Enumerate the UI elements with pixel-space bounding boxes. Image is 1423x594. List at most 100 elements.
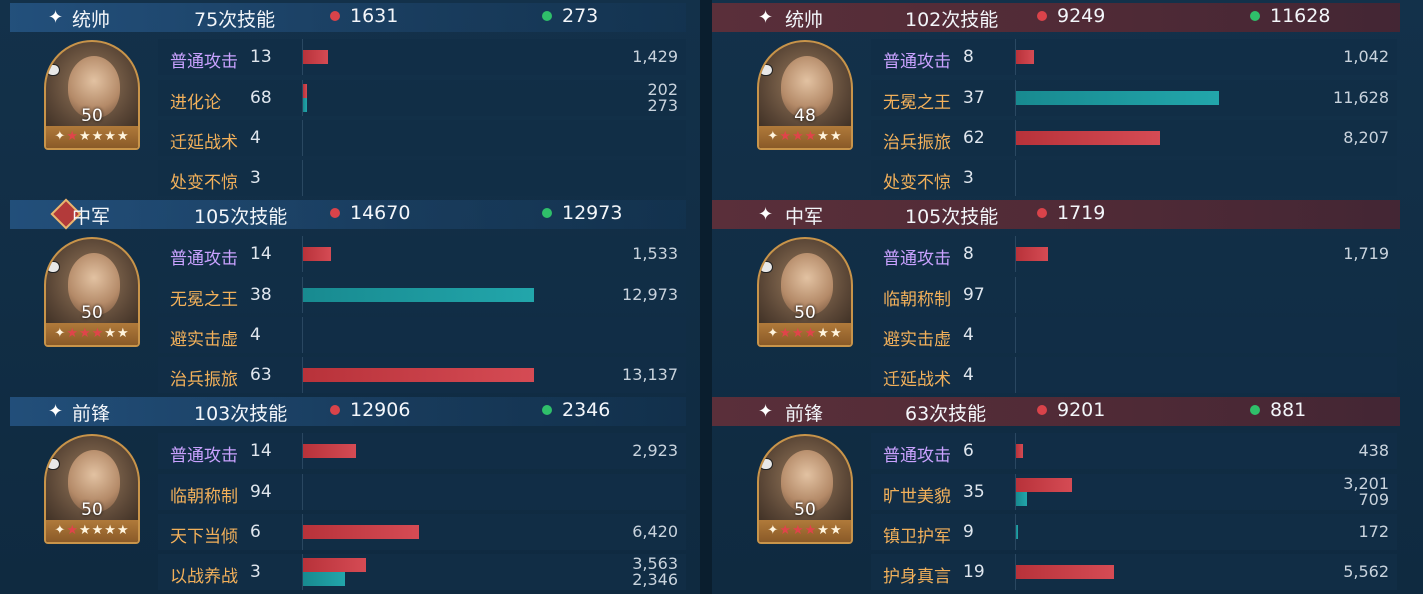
skill-value: 11,628 (1333, 88, 1389, 107)
skill-trigger-count: 8 (963, 244, 974, 264)
skill-trigger-count: 9 (963, 522, 974, 542)
sparkle-icon: ✦ (758, 7, 774, 28)
skill-row: 处变不惊 3 (158, 160, 686, 196)
skill-name: 进化论 (170, 93, 221, 113)
skill-cast-count: 102次技能 (905, 9, 999, 31)
skill-trigger-count: 6 (963, 441, 974, 461)
skill-trigger-count: 8 (963, 47, 974, 67)
skill-trigger-count: 4 (963, 325, 974, 345)
hero-stars: ✦★★★★★ (759, 520, 851, 542)
unit-header: ✦ 前锋 63次技能 9201 881 (712, 397, 1400, 426)
skill-cast-count: 75次技能 (194, 9, 276, 31)
skill-row: 无冕之王 38 12,973 (158, 277, 686, 313)
hero-portrait[interactable]: 50 ✦★★★★★ (757, 434, 853, 544)
hero-level: 50 (794, 303, 816, 323)
total-damage: 1631 (330, 5, 398, 27)
skill-bar-area (302, 554, 652, 590)
unit-header: ✦ 前锋 103次技能 12906 2346 (10, 397, 686, 426)
sparkle-icon: ✦ (758, 401, 774, 422)
skill-bar-area (1015, 39, 1365, 75)
hero-portrait[interactable]: 50 ✦★★★★★ (757, 237, 853, 347)
heal-dot-icon (542, 208, 552, 218)
hero-tag-icon (759, 261, 773, 273)
skill-row: 普通攻击 13 1,429 (158, 39, 686, 75)
sparkle-icon: ✦ (48, 7, 64, 28)
skill-trigger-count: 14 (250, 441, 272, 461)
unit-role: 前锋 (785, 403, 824, 425)
skill-cast-count: 103次技能 (194, 403, 288, 425)
skill-bar-area (1015, 317, 1365, 353)
damage-bar (1016, 247, 1048, 261)
total-heal: 2346 (542, 399, 610, 421)
skill-value-secondary: 2,346 (632, 570, 678, 589)
right-team-panel: ✦ 统帅 102次技能 9249 11628 48 ✦★★★★★ 普通攻击 8 1,042 无冕之王… (712, 0, 1423, 594)
damage-dot-icon (330, 405, 340, 415)
skill-name: 旷世美貌 (883, 487, 951, 507)
skill-cast-count: 105次技能 (194, 206, 288, 228)
hero-tag-icon (759, 458, 773, 470)
skill-name: 镇卫护军 (883, 527, 951, 547)
skill-trigger-count: 3 (963, 168, 974, 188)
skill-trigger-count: 13 (250, 47, 272, 67)
skill-name: 普通攻击 (170, 52, 238, 72)
unit-role: 中军 (785, 206, 824, 228)
hero-level: 50 (81, 303, 103, 323)
skill-name: 处变不惊 (170, 173, 238, 193)
skill-name: 普通攻击 (170, 249, 238, 269)
heal-dot-icon (1250, 11, 1260, 21)
skill-trigger-count: 62 (963, 128, 985, 148)
skill-name: 普通攻击 (883, 249, 951, 269)
total-damage: 1719 (1037, 202, 1105, 224)
skill-name: 无冕之王 (170, 290, 238, 310)
total-heal-value: 11628 (1270, 5, 1331, 27)
skill-value-secondary: 273 (647, 96, 678, 115)
skill-value: 1,719 (1343, 244, 1389, 263)
skill-name: 处变不惊 (883, 173, 951, 193)
skill-row: 普通攻击 8 1,719 (871, 236, 1397, 272)
skill-trigger-count: 94 (250, 482, 272, 502)
skill-bar-area (1015, 474, 1365, 510)
skill-bar-area (302, 39, 652, 75)
skill-value: 438 (1358, 441, 1389, 460)
hero-portrait[interactable]: 50 ✦★★★★★ (44, 40, 140, 150)
skill-trigger-count: 68 (250, 88, 272, 108)
skill-row: 治兵振旅 63 13,137 (158, 357, 686, 393)
unit-block: ✦ 统帅 75次技能 1631 273 50 ✦★★★★★ 普通攻击 13 1,429 进化论 68 2… (0, 0, 700, 197)
skill-value-secondary: 709 (1358, 490, 1389, 509)
hero-portrait[interactable]: 48 ✦★★★★★ (757, 40, 853, 150)
damage-dot-icon (1037, 11, 1047, 21)
skill-name: 避实击虚 (883, 330, 951, 350)
unit-role: 统帅 (785, 9, 824, 31)
damage-bar (303, 84, 307, 98)
skill-name: 临朝称制 (883, 290, 951, 310)
hero-tag-icon (46, 64, 60, 76)
skill-row: 天下当倾 6 6,420 (158, 514, 686, 550)
total-damage-value: 9249 (1057, 5, 1106, 27)
skill-trigger-count: 38 (250, 285, 272, 305)
skill-value: 5,562 (1343, 562, 1389, 581)
skill-bar-area (302, 160, 652, 196)
skill-row: 护身真言 19 5,562 (871, 554, 1397, 590)
unit-header: ✦ 统帅 75次技能 1631 273 (10, 3, 686, 32)
total-damage-value: 9201 (1057, 399, 1106, 421)
skill-bar-area (1015, 277, 1365, 313)
unit-block: 中军 105次技能 14670 12973 50 ✦★★★★★ 普通攻击 14 1,533 无冕之… (0, 197, 700, 394)
damage-bar (1016, 444, 1023, 458)
skill-bar-area (1015, 120, 1365, 156)
hero-tag-icon (46, 458, 60, 470)
unit-header: ✦ 中军 105次技能 1719 (712, 200, 1400, 229)
skill-bar-area (302, 80, 652, 116)
skill-row: 处变不惊 3 (871, 160, 1397, 196)
skill-value: 2,923 (632, 441, 678, 460)
hero-tag-icon (759, 64, 773, 76)
skill-trigger-count: 6 (250, 522, 261, 542)
damage-dot-icon (1037, 405, 1047, 415)
unit-role: 前锋 (72, 403, 111, 425)
total-heal-value: 12973 (562, 202, 623, 224)
heal-bar (303, 572, 345, 586)
hero-portrait[interactable]: 50 ✦★★★★★ (44, 237, 140, 347)
hero-stars: ✦★★★★★ (46, 323, 138, 345)
skill-trigger-count: 3 (250, 168, 261, 188)
skill-value: 12,973 (622, 285, 678, 304)
hero-portrait[interactable]: 50 ✦★★★★★ (44, 434, 140, 544)
